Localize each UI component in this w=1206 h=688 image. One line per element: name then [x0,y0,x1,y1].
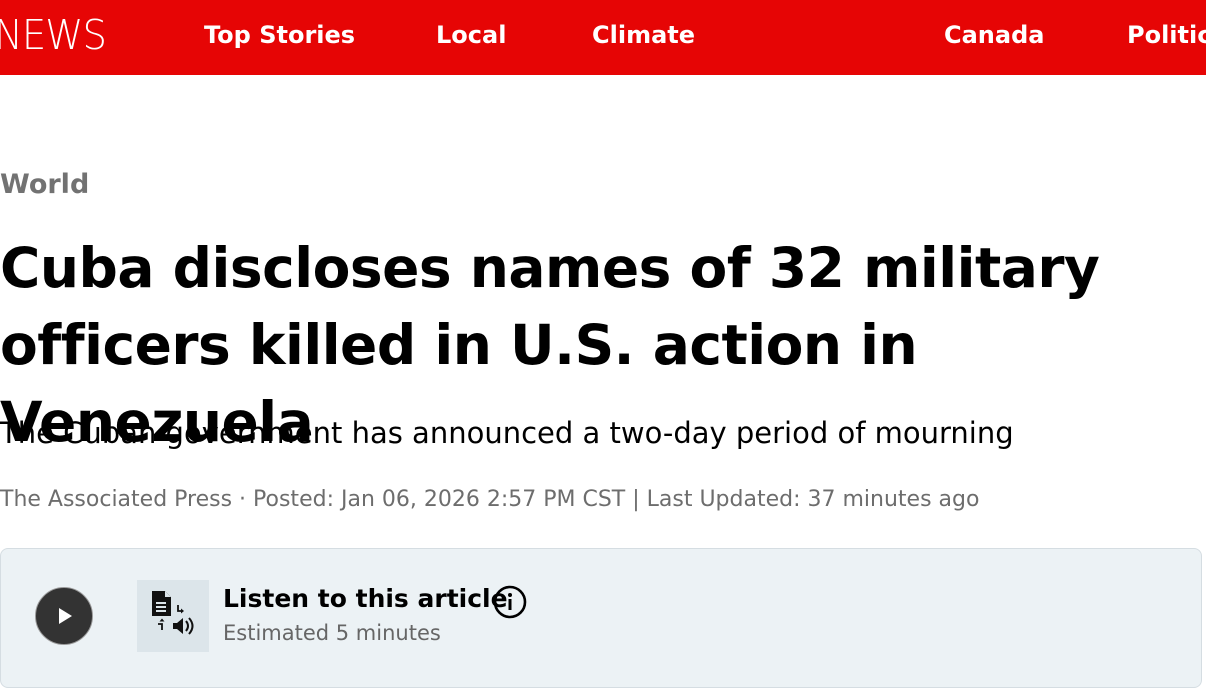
article-deck: The Cuban government has announced a two… [0,416,1014,450]
nav-item-climate[interactable]: Climate [592,20,695,50]
brand-logo[interactable]: NEWS [0,12,107,58]
section-label[interactable]: World [0,168,89,202]
play-icon [59,608,72,624]
nav-item-local[interactable]: Local [436,20,506,50]
text-to-speech-icon [137,580,209,652]
listen-title: Listen to this article [223,584,508,613]
play-button[interactable] [35,587,93,645]
listen-to-article-panel: Listen to this article Estimated 5 minut… [0,548,1202,688]
article-byline: The Associated Press · Posted: Jan 06, 2… [0,487,980,512]
nav-item-politics[interactable]: Politic [1127,20,1206,50]
top-navigation-bar: NEWS Top Stories Local Climate Canada Po… [0,0,1206,75]
listen-estimate: Estimated 5 minutes [223,621,441,645]
nav-item-canada[interactable]: Canada [944,20,1044,50]
info-icon[interactable] [493,585,527,619]
nav-item-top-stories[interactable]: Top Stories [204,20,355,50]
